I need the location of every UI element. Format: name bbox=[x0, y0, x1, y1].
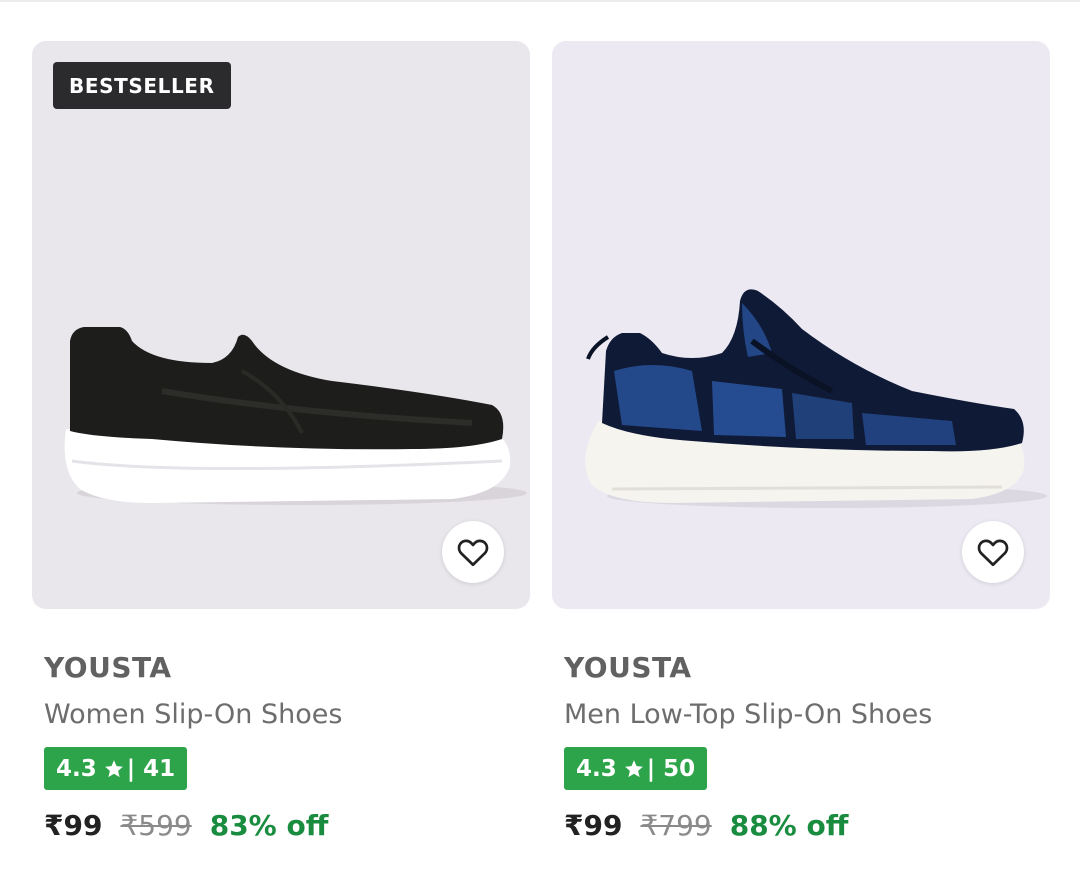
price-row: ₹99 ₹799 88% off bbox=[564, 808, 1050, 844]
top-divider bbox=[0, 0, 1080, 2]
product-name[interactable]: Men Low-Top Slip-On Shoes bbox=[564, 698, 1050, 732]
star-icon bbox=[104, 759, 123, 777]
rating-badge: 4.3 | 50 bbox=[564, 747, 708, 790]
bestseller-badge: BESTSELLER bbox=[53, 62, 231, 109]
product-info: YOUSTA Men Low-Top Slip-On Shoes 4.3 | 5… bbox=[552, 651, 1050, 844]
heart-outline-icon bbox=[457, 539, 489, 567]
product-grid: BESTSELLER YOUSTA Women Slip-On Shoes 4.… bbox=[32, 41, 1050, 881]
selling-price: ₹99 bbox=[44, 809, 103, 842]
price-row: ₹99 ₹599 83% off bbox=[44, 808, 530, 844]
rating-count: 41 bbox=[143, 755, 176, 782]
rating-count: 50 bbox=[663, 755, 696, 782]
rating-separator: | bbox=[126, 755, 136, 782]
brand-name: YOUSTA bbox=[564, 651, 692, 684]
product-card[interactable]: BESTSELLER YOUSTA Women Slip-On Shoes 4.… bbox=[32, 41, 530, 881]
original-price: ₹799 bbox=[640, 809, 712, 842]
rating-separator: | bbox=[646, 755, 656, 782]
original-price: ₹599 bbox=[120, 809, 192, 842]
selling-price: ₹99 bbox=[564, 809, 623, 842]
star-icon bbox=[624, 759, 643, 777]
discount-percent: 83% off bbox=[209, 809, 329, 842]
product-image-container[interactable] bbox=[552, 41, 1050, 609]
discount-percent: 88% off bbox=[729, 809, 849, 842]
product-image-container[interactable]: BESTSELLER bbox=[32, 41, 530, 609]
product-info: YOUSTA Women Slip-On Shoes 4.3 | 41 ₹99 … bbox=[32, 651, 530, 844]
product-name[interactable]: Women Slip-On Shoes bbox=[44, 698, 530, 732]
heart-outline-icon bbox=[977, 539, 1009, 567]
product-image bbox=[64, 327, 527, 505]
product-card[interactable]: YOUSTA Men Low-Top Slip-On Shoes 4.3 | 5… bbox=[552, 41, 1050, 881]
brand-name: YOUSTA bbox=[44, 651, 172, 684]
product-image bbox=[585, 289, 1047, 508]
rating-badge: 4.3 | 41 bbox=[44, 747, 188, 790]
wishlist-button[interactable] bbox=[442, 521, 504, 583]
rating-value: 4.3 bbox=[56, 755, 97, 782]
rating-value: 4.3 bbox=[576, 755, 617, 782]
wishlist-button[interactable] bbox=[962, 521, 1024, 583]
